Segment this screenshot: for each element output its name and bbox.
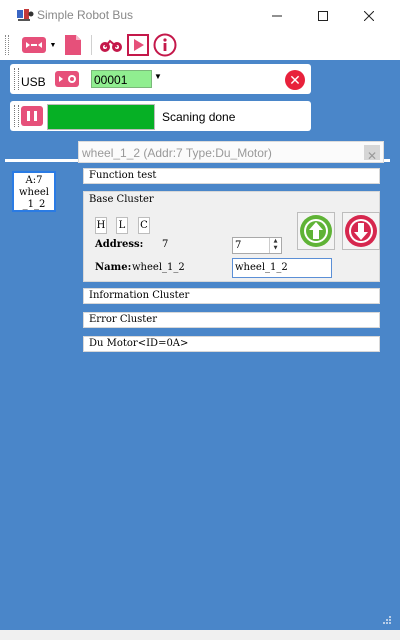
new-document-icon — [65, 35, 81, 55]
error-cluster-header[interactable]: Error Cluster — [83, 312, 380, 328]
bicycle-icon — [100, 39, 122, 52]
toolbar-grip[interactable] — [5, 35, 9, 55]
stepper-down-icon[interactable]: ▼ — [270, 245, 281, 252]
motor-cluster-header[interactable]: Du Motor<ID=0A> — [83, 336, 380, 352]
chip-h[interactable]: H — [95, 217, 107, 234]
run-button[interactable] — [126, 33, 150, 57]
toolbar: ▼ — [0, 31, 400, 60]
minimize-icon — [272, 15, 282, 16]
node-address: A:7 — [25, 175, 43, 186]
maximize-button[interactable] — [300, 0, 346, 31]
maximize-icon — [318, 10, 328, 21]
base-cluster-header[interactable]: Base Cluster — [89, 194, 154, 205]
close-icon: ✕ — [367, 149, 378, 163]
info-icon — [153, 33, 177, 57]
address-input-value: 7 — [235, 240, 242, 251]
usb-connector-icon — [55, 71, 79, 87]
status-strip — [0, 630, 400, 640]
upload-arrow-icon — [300, 215, 332, 247]
port-label: USB — [21, 75, 46, 89]
connector-button[interactable] — [20, 33, 48, 57]
pause-button[interactable] — [21, 106, 43, 126]
node-tile-wheel-1-2[interactable]: A:7 wheel _1_2 — [12, 171, 56, 212]
connection-panel: USB 00001 ▼ ✕ — [10, 64, 311, 94]
minimize-button[interactable] — [254, 0, 300, 31]
address-value: 7 — [162, 239, 169, 250]
bicycle-button[interactable] — [98, 33, 124, 57]
download-button[interactable] — [342, 212, 380, 250]
window-title: Simple Robot Bus — [37, 8, 134, 22]
scan-progress-fill — [48, 105, 154, 129]
connector-dropdown[interactable]: ▼ — [48, 33, 58, 57]
pause-icon — [25, 111, 39, 121]
stepper-up-icon[interactable]: ▲ — [270, 238, 281, 245]
detail-title: wheel_1_2 (Addr:7 Type:Du_Motor) — [82, 146, 272, 160]
detail-title-bar[interactable]: wheel_1_2 (Addr:7 Type:Du_Motor) ✕ — [78, 141, 384, 163]
resize-grip-icon[interactable] — [382, 615, 392, 625]
scan-progress-bar — [47, 104, 155, 130]
title-bar: Simple Robot Bus — [0, 0, 400, 31]
robot-app-icon — [17, 9, 34, 21]
new-document-button[interactable] — [62, 33, 84, 57]
usb-connect-button[interactable] — [55, 69, 87, 89]
upload-button[interactable] — [297, 212, 335, 250]
function-test-header[interactable]: Function test — [83, 168, 380, 184]
information-cluster-header[interactable]: Information Cluster — [83, 288, 380, 304]
dropdown-arrow-icon: ▼ — [49, 41, 57, 49]
info-button[interactable] — [152, 33, 178, 57]
panel-grip[interactable] — [14, 105, 19, 127]
close-icon — [364, 10, 374, 21]
node-name-line2: _1_2 — [22, 199, 46, 210]
chip-l[interactable]: L — [116, 217, 128, 234]
address-stepper[interactable]: 7 ▲ ▼ — [232, 237, 282, 254]
panel-grip[interactable] — [14, 68, 19, 90]
download-arrow-icon — [345, 215, 377, 247]
base-cluster: Base Cluster H L C Address: 7 7 ▲ ▼ Name… — [83, 191, 380, 282]
toolbar-separator — [91, 35, 92, 55]
connector-icon — [22, 37, 46, 53]
stepper-buttons[interactable]: ▲ ▼ — [269, 238, 281, 253]
disconnect-button[interactable]: ✕ — [285, 70, 305, 90]
node-name-line1: wheel — [18, 187, 50, 198]
name-value: wheel_1_2 — [132, 262, 185, 273]
play-icon — [127, 34, 149, 56]
device-id-select[interactable]: 00001 — [91, 70, 152, 88]
scan-panel: Scaning done — [10, 101, 311, 131]
name-input[interactable]: wheel_1_2 — [232, 258, 332, 278]
close-window-button[interactable] — [346, 0, 392, 31]
chip-c[interactable]: C — [138, 217, 150, 234]
chevron-down-icon[interactable]: ▼ — [154, 72, 162, 81]
close-circle-icon: ✕ — [289, 71, 301, 88]
detail-close-button[interactable]: ✕ — [364, 145, 380, 163]
name-label: Name: — [95, 262, 132, 273]
address-label: Address: — [95, 239, 144, 250]
node-detail-window: wheel_1_2 (Addr:7 Type:Du_Motor) ✕ Funct… — [78, 141, 384, 413]
scan-status: Scaning done — [162, 110, 236, 124]
